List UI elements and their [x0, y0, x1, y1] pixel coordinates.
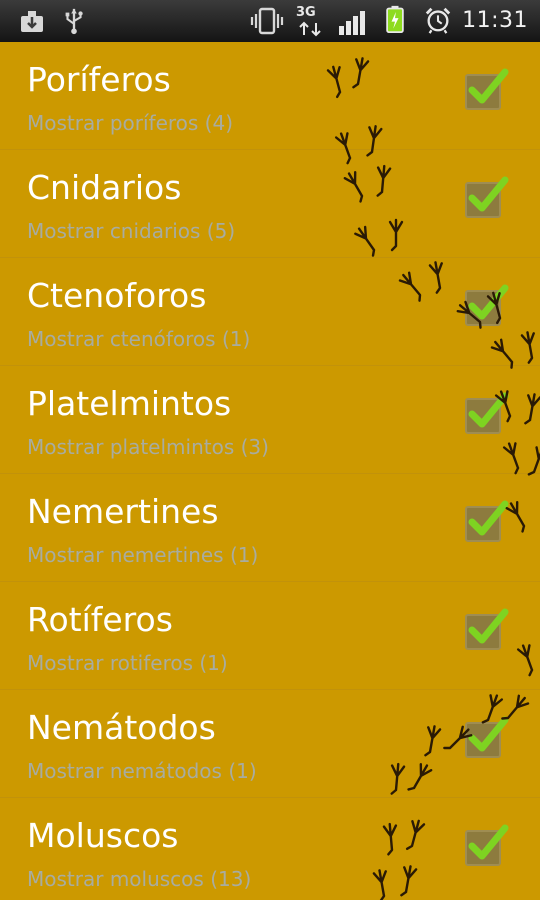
preference-row-ctenoforos[interactable]: Ctenoforos Mostrar ctenóforos (1): [0, 258, 540, 366]
checkbox-nematodos[interactable]: [465, 716, 509, 758]
checkmark-icon: [468, 392, 509, 428]
network-type-label: 3G: [296, 5, 316, 20]
checkbox-nemertines[interactable]: [465, 500, 509, 542]
battery-charging-icon: [386, 5, 404, 33]
checkmark-icon: [468, 68, 509, 104]
preference-row-cnidarios[interactable]: Cnidarios Mostrar cnidarios (5): [0, 150, 540, 258]
preference-summary: Mostrar nemertines (1): [27, 543, 259, 567]
status-bar: 3G 11:31: [0, 0, 540, 42]
preference-summary: Mostrar ctenóforos (1): [27, 327, 251, 351]
preference-row-rotiferos[interactable]: Rotíferos Mostrar rotiferos (1): [0, 582, 540, 690]
preference-row-moluscos[interactable]: Moluscos Mostrar moluscos (13): [0, 798, 540, 900]
preference-row-poriferos[interactable]: Poríferos Mostrar poríferos (4): [0, 42, 540, 150]
usb-icon: [65, 8, 83, 35]
preference-title: Nemátodos: [27, 708, 216, 747]
checkmark-icon: [468, 176, 509, 212]
checkmark-icon: [468, 824, 509, 860]
preference-summary: Mostrar nemátodos (1): [27, 759, 257, 783]
preference-title: Platelmintos: [27, 384, 232, 423]
preference-row-nematodos[interactable]: Nemátodos Mostrar nemátodos (1): [0, 690, 540, 798]
preference-list: Poríferos Mostrar poríferos (4) Cnidario…: [0, 42, 540, 900]
preference-title: Rotíferos: [27, 600, 173, 639]
checkbox-cnidarios[interactable]: [465, 176, 509, 218]
preference-summary: Mostrar cnidarios (5): [27, 219, 236, 243]
checkmark-icon: [468, 500, 509, 536]
preference-summary: Mostrar moluscos (13): [27, 867, 252, 891]
preference-summary: Mostrar platelmintos (3): [27, 435, 269, 459]
checkmark-icon: [468, 608, 509, 644]
preference-title: Nemertines: [27, 492, 219, 531]
preference-title: Poríferos: [27, 60, 171, 99]
checkbox-platelmintos[interactable]: [465, 392, 509, 434]
preference-title: Moluscos: [27, 816, 179, 855]
alarm-icon: [425, 7, 451, 34]
checkbox-poriferos[interactable]: [465, 68, 509, 110]
download-notification-icon: [21, 11, 43, 32]
checkmark-icon: [468, 716, 509, 752]
checkbox-ctenoforos[interactable]: [465, 284, 509, 326]
checkbox-rotiferos[interactable]: [465, 608, 509, 650]
preference-summary: Mostrar poríferos (4): [27, 111, 233, 135]
preference-title: Cnidarios: [27, 168, 182, 207]
preference-title: Ctenoforos: [27, 276, 207, 315]
preference-row-platelmintos[interactable]: Platelmintos Mostrar platelmintos (3): [0, 366, 540, 474]
3g-data-icon: 3G: [296, 5, 326, 37]
clock: 11:31: [462, 8, 528, 33]
preference-row-nemertines[interactable]: Nemertines Mostrar nemertines (1): [0, 474, 540, 582]
checkbox-moluscos[interactable]: [465, 824, 509, 866]
signal-icon: [339, 11, 365, 35]
preferences-screen: 3G 11:31 Poríferos Mostrar poríferos (4)…: [0, 0, 540, 900]
preference-summary: Mostrar rotiferos (1): [27, 651, 228, 675]
checkmark-icon: [468, 284, 509, 320]
vibrate-icon: [250, 7, 284, 35]
